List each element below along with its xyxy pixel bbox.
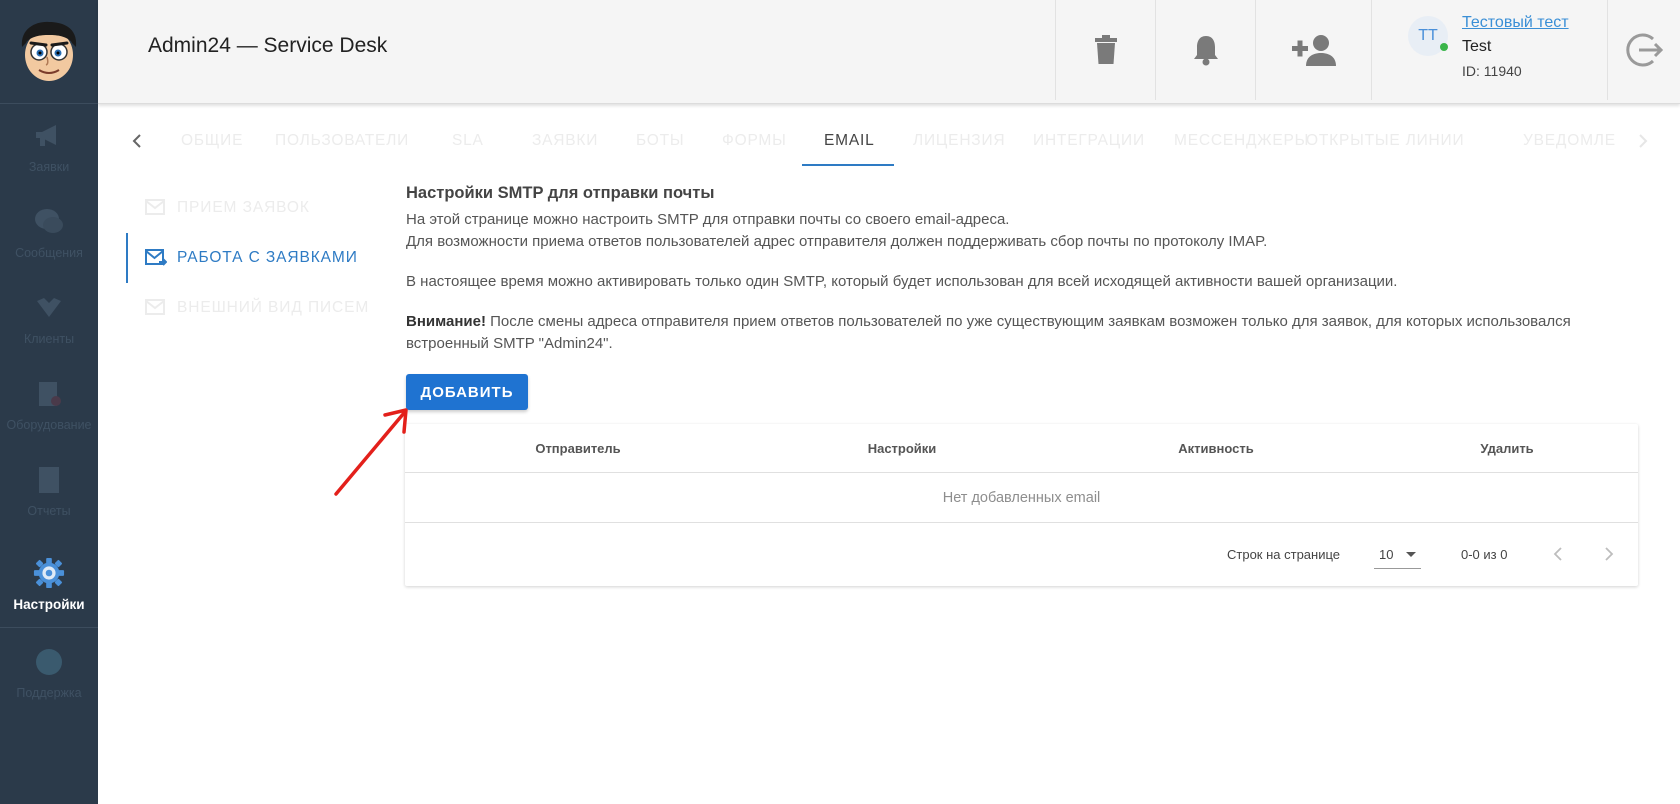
smtp-table: Отправитель Настройки Активность Удалить… bbox=[405, 424, 1638, 586]
user-id: ID: 11940 bbox=[1462, 63, 1522, 79]
gear-icon bbox=[33, 557, 65, 589]
tab-open-lines[interactable]: Открытые линии bbox=[1306, 132, 1464, 150]
description-line-3: В настоящее время можно активировать тол… bbox=[406, 273, 1398, 290]
user-profile: ТТ Тестовый тест Test ID: 11940 bbox=[1371, 0, 1607, 100]
trash-icon bbox=[1094, 35, 1117, 64]
next-page-button[interactable] bbox=[1594, 539, 1624, 569]
tab-license[interactable]: Лицензия bbox=[913, 132, 1005, 150]
mail-edit-icon bbox=[145, 299, 165, 315]
sidebar-item-label: Сообщения bbox=[15, 246, 83, 260]
top-header: Admin24 — Service Desk ТТ Тестовый тест bbox=[98, 0, 1680, 104]
app-root: Заявки Сообщения Клиенты Оборудование От… bbox=[0, 0, 1680, 804]
tab-messengers[interactable]: Мессенджеры bbox=[1174, 132, 1309, 150]
tab-general[interactable]: Общие bbox=[181, 132, 243, 150]
tabs-scroll-left-button[interactable] bbox=[122, 126, 152, 156]
tab-notifications[interactable]: Уведомлен bbox=[1523, 132, 1615, 150]
sidebar-item-clients[interactable]: Клиенты bbox=[0, 276, 98, 362]
empty-table-message: Нет добавленных email bbox=[405, 473, 1638, 523]
column-header-sender[interactable]: Отправитель bbox=[535, 441, 620, 456]
sidebar-item-label: Поддержка bbox=[16, 686, 82, 700]
caret-down-icon bbox=[1406, 552, 1416, 557]
rows-per-page-value: 10 bbox=[1379, 547, 1394, 562]
add-user-icon bbox=[1291, 35, 1336, 66]
add-smtp-button[interactable]: ДОБАВИТЬ bbox=[406, 374, 528, 410]
logout-icon bbox=[1626, 33, 1663, 67]
tab-requests[interactable]: Заявки bbox=[532, 132, 598, 150]
mail-forward-icon bbox=[145, 249, 167, 266]
rows-per-page-label: Строк на странице bbox=[1227, 547, 1341, 562]
bell-icon bbox=[1193, 36, 1218, 66]
report-icon bbox=[33, 464, 65, 496]
submenu-item-label: Работа с заявками bbox=[177, 249, 358, 266]
table-header: Отправитель Настройки Активность Удалить bbox=[405, 424, 1638, 473]
add-user-button[interactable] bbox=[1255, 0, 1371, 100]
sidebar-item-support[interactable]: Поддержка bbox=[0, 630, 98, 716]
user-name-link[interactable]: Тестовый тест bbox=[1462, 14, 1569, 32]
active-submenu-indicator bbox=[126, 233, 128, 283]
chat-icon bbox=[33, 206, 65, 238]
table-pagination: Строк на странице 10 0-0 из 0 bbox=[405, 523, 1638, 586]
avatar-logo-icon bbox=[21, 21, 77, 81]
tab-bots[interactable]: Боты bbox=[636, 132, 684, 150]
sidebar-item-requests[interactable]: Заявки bbox=[0, 104, 98, 190]
sidebar-item-reports[interactable]: Отчеты bbox=[0, 448, 98, 534]
submenu-item-label: Прием заявок bbox=[177, 199, 310, 216]
sidebar-item-label: Настройки bbox=[13, 597, 85, 612]
page-title: Admin24 — Service Desk bbox=[148, 34, 388, 57]
column-header-activity[interactable]: Активность bbox=[1178, 441, 1253, 456]
settings-tabs: Общие Пользователи SLA Заявки Боты Формы… bbox=[98, 116, 1680, 166]
online-status-dot bbox=[1440, 43, 1448, 51]
previous-page-button[interactable] bbox=[1543, 539, 1573, 569]
sidebar-item-label: Отчеты bbox=[27, 504, 71, 518]
trash-button[interactable] bbox=[1055, 0, 1155, 100]
sidebar-item-messages[interactable]: Сообщения bbox=[0, 190, 98, 276]
sidebar-item-label: Заявки bbox=[28, 160, 70, 174]
submenu-item-label: Внешний вид писем bbox=[177, 299, 370, 316]
tab-users[interactable]: Пользователи bbox=[275, 132, 409, 150]
chevron-right-icon bbox=[1605, 547, 1614, 561]
support-icon bbox=[33, 646, 65, 678]
submenu-item-receive[interactable]: Прием заявок bbox=[145, 188, 310, 228]
sidebar-item-label: Клиенты bbox=[23, 332, 75, 346]
equipment-icon bbox=[33, 378, 65, 410]
pagination-range: 0-0 из 0 bbox=[1461, 547, 1508, 562]
column-header-settings[interactable]: Настройки bbox=[868, 441, 937, 456]
tabs-scroll-right-button[interactable] bbox=[1628, 126, 1658, 156]
notifications-button[interactable] bbox=[1155, 0, 1255, 100]
submenu-item-letters-appearance[interactable]: Внешний вид писем bbox=[145, 288, 369, 328]
user-subtitle: Test bbox=[1462, 38, 1492, 55]
megaphone-icon bbox=[33, 120, 65, 152]
chevron-left-icon bbox=[132, 134, 141, 148]
submenu-item-requests-work[interactable]: Работа с заявками bbox=[145, 238, 358, 278]
tab-forms[interactable]: Формы bbox=[722, 132, 787, 150]
chevron-right-icon bbox=[1639, 134, 1648, 148]
rows-per-page-select[interactable]: 10 bbox=[1374, 541, 1421, 569]
tab-email[interactable]: Email bbox=[824, 132, 875, 150]
logout-button[interactable] bbox=[1607, 0, 1680, 100]
clients-icon bbox=[33, 292, 65, 324]
section-title: Настройки SMTP для отправки почты bbox=[406, 184, 715, 202]
chevron-left-icon bbox=[1553, 547, 1562, 561]
warning-label: Внимание! bbox=[406, 313, 486, 330]
app-logo[interactable] bbox=[0, 0, 98, 104]
tab-integrations[interactable]: Интеграции bbox=[1033, 132, 1145, 150]
smtp-settings-section: Настройки SMTP для отправки почты На это… bbox=[406, 184, 1638, 355]
warning-text: После смены адреса отправителя прием отв… bbox=[406, 313, 1571, 352]
active-tab-indicator bbox=[802, 164, 894, 166]
warning-paragraph: Внимание! После смены адреса отправителя… bbox=[406, 311, 1638, 355]
description-line-1: На этой странице можно настроить SMTP дл… bbox=[406, 211, 1010, 228]
sidebar-item-equipment[interactable]: Оборудование bbox=[0, 362, 98, 448]
sidebar: Заявки Сообщения Клиенты Оборудование От… bbox=[0, 0, 98, 804]
description-line-2: Для возможности приема ответов пользоват… bbox=[406, 233, 1268, 250]
sidebar-item-settings[interactable]: Настройки bbox=[0, 542, 98, 628]
tab-sla[interactable]: SLA bbox=[452, 132, 484, 150]
sidebar-item-label: Оборудование bbox=[6, 418, 92, 432]
mail-icon bbox=[145, 199, 165, 215]
column-header-delete[interactable]: Удалить bbox=[1480, 441, 1533, 456]
